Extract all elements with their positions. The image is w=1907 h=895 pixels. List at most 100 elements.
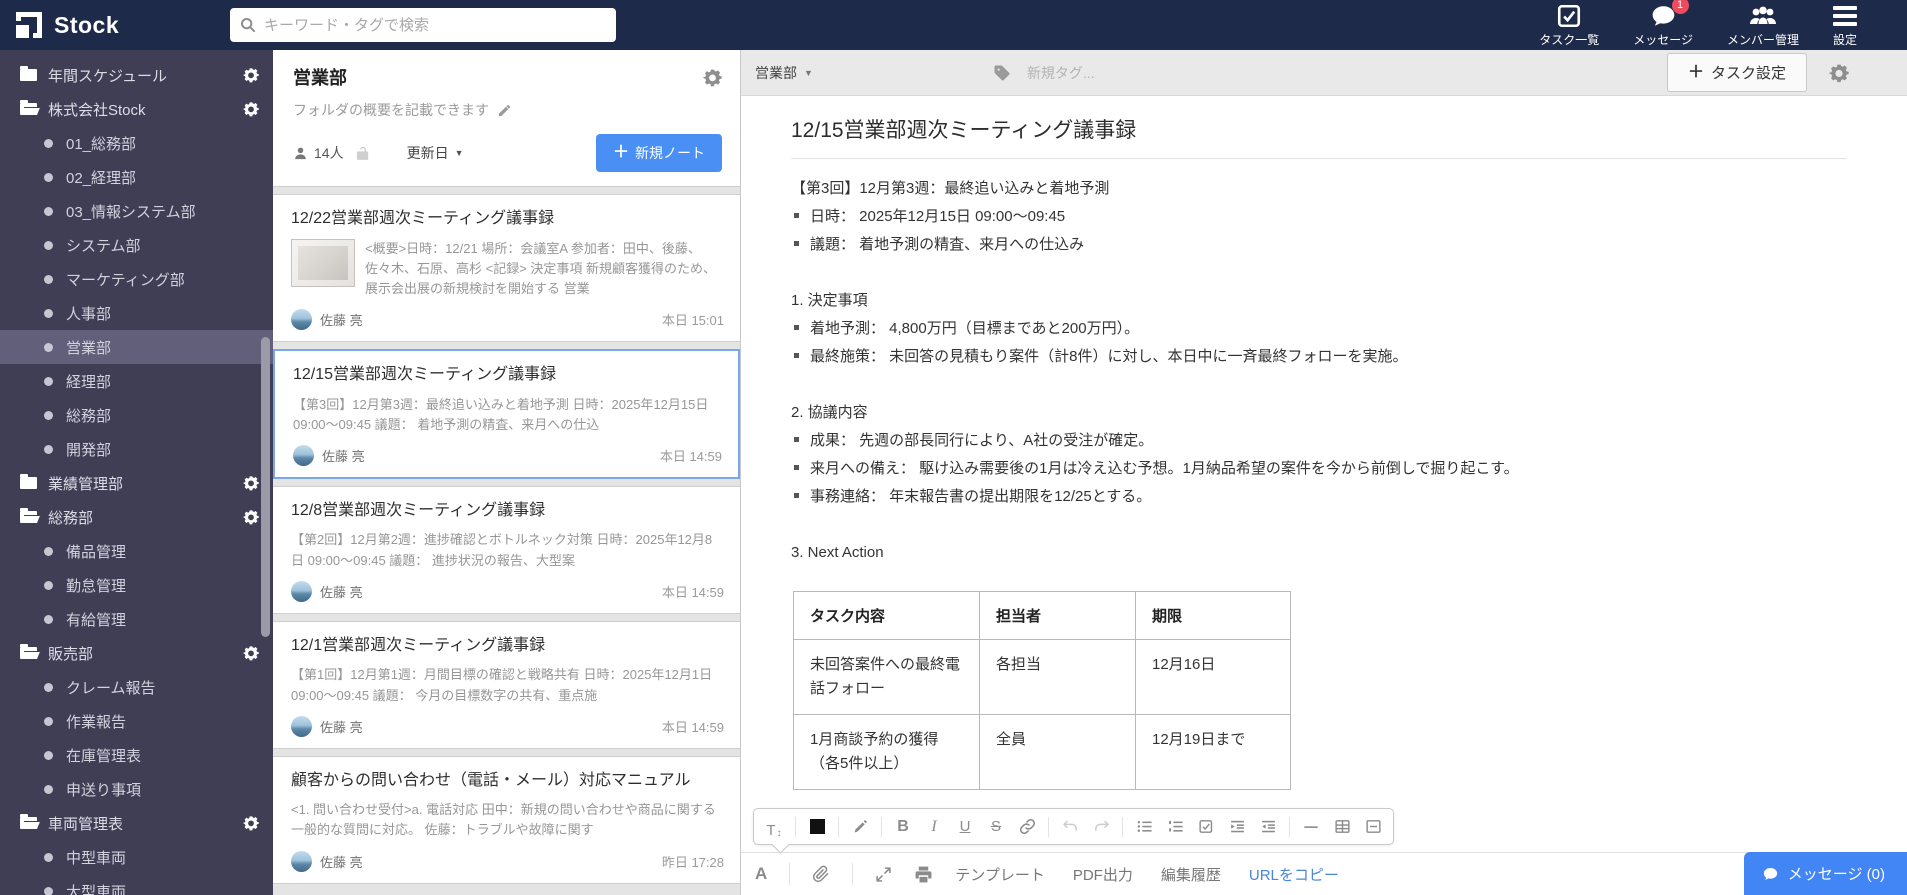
sidebar-item[interactable]: システム部	[0, 228, 273, 262]
bulleted-list-button[interactable]	[1134, 815, 1154, 839]
sidebar-item[interactable]: 備品管理	[0, 534, 273, 568]
unlock-icon[interactable]	[354, 145, 371, 162]
sidebar-item[interactable]: 勤怠管理	[0, 568, 273, 602]
folder-gear-icon[interactable]	[243, 101, 259, 117]
insert-table-button[interactable]	[1332, 815, 1352, 839]
sidebar-item-label: マーケティング部	[66, 271, 185, 289]
nav-messages[interactable]: 1 メッセージ	[1633, 0, 1693, 48]
folder-gear-icon[interactable]	[243, 67, 259, 83]
folder-gear-icon[interactable]	[243, 509, 259, 525]
global-search	[230, 8, 616, 42]
strikethrough-button[interactable]: S	[986, 815, 1006, 839]
sort-dropdown[interactable]: 更新日 ▼	[407, 143, 464, 163]
sidebar-item[interactable]: 営業部	[0, 330, 273, 364]
note-bullet-icon	[44, 410, 53, 420]
plus-icon: ＋	[1687, 63, 1704, 81]
new-tag-input[interactable]	[1026, 64, 1227, 81]
sidebar-item[interactable]: 株式会社Stock	[0, 92, 273, 126]
note-card[interactable]: 12/1営業部週次ミーティング議事録 【第1回】12月第1週：月間目標の確認と戦…	[273, 620, 740, 749]
text-size-button[interactable]: T ↕	[764, 815, 784, 839]
sidebar-item[interactable]: 業績管理部	[0, 466, 273, 500]
note-card[interactable]: 12/8営業部週次ミーティング議事録 【第2回】12月第2週：進捗確認とボトルネ…	[273, 485, 740, 614]
horizontal-rule-button[interactable]	[1301, 815, 1321, 839]
nav-settings[interactable]: 設定	[1832, 3, 1857, 48]
folder-gear-icon[interactable]	[243, 815, 259, 831]
note-bullet-icon	[44, 750, 53, 760]
highlighter-button[interactable]	[850, 815, 870, 839]
link-button[interactable]	[1017, 815, 1037, 839]
pdf-export-button[interactable]: PDF出力	[1073, 864, 1133, 885]
note-card[interactable]: 12/22営業部週次ミーティング議事録 <概要>日時：12/21 場所：会議室A…	[273, 194, 740, 343]
undo-button[interactable]	[1060, 815, 1080, 839]
attachment-button[interactable]	[812, 865, 830, 883]
sidebar-item[interactable]: 開発部	[0, 432, 273, 466]
sidebar-item[interactable]: 有給管理	[0, 602, 273, 636]
sidebar-item[interactable]: 販売部	[0, 636, 273, 670]
folder-settings-gear-icon[interactable]	[703, 68, 722, 87]
fullscreen-icon[interactable]	[875, 866, 892, 883]
sidebar-item[interactable]: 在庫管理表	[0, 738, 273, 772]
print-icon[interactable]	[914, 865, 933, 884]
sidebar-item[interactable]: 経理部	[0, 364, 273, 398]
sidebar-item[interactable]: 02_経理部	[0, 160, 273, 194]
note-card[interactable]: 顧客からの問い合わせ（電話・メール）対応マニュアル <1. 問い合わせ受付>a.…	[273, 755, 740, 884]
sidebar-item[interactable]: 大型車両	[0, 874, 273, 895]
sidebar-item[interactable]: 03_情報システム部	[0, 194, 273, 228]
template-button[interactable]: テンプレート	[955, 864, 1045, 885]
folder-icon	[20, 66, 37, 81]
folder-gear-icon[interactable]	[243, 645, 259, 661]
member-count[interactable]: 14人	[293, 143, 344, 163]
note-bullet-icon	[44, 886, 53, 895]
copy-url-button[interactable]: URLをコピー	[1249, 864, 1339, 885]
redo-button[interactable]	[1091, 815, 1111, 839]
folder-description[interactable]: フォルダの概要を記載できます	[293, 100, 722, 120]
message-thread-button[interactable]: メッセージ (0)	[1743, 852, 1907, 895]
note-card-preview: <1. 問い合わせ受付>a. 電話対応 田中：新規の問い合わせや商品に関する一般…	[291, 802, 716, 838]
members-icon	[1747, 3, 1779, 29]
folder-select-dropdown[interactable]: 営業部 ▼	[755, 63, 813, 83]
text-color-button[interactable]	[807, 815, 827, 839]
sidebar-item[interactable]: マーケティング部	[0, 262, 273, 296]
italic-button[interactable]: I	[924, 815, 944, 839]
note-card[interactable]: 12/15営業部週次ミーティング議事録 【第3回】12月第3週：最終追い込みと着…	[273, 349, 740, 479]
task-checkbox-icon	[1556, 3, 1582, 29]
nav-member-management[interactable]: メンバー管理	[1727, 3, 1799, 48]
sidebar-item[interactable]: 総務部	[0, 398, 273, 432]
doc-line: 3. Next Action	[791, 544, 884, 561]
new-note-button[interactable]: ＋ 新規ノート	[595, 134, 722, 172]
nav-task-list[interactable]: タスク一覧	[1539, 3, 1599, 48]
sidebar-item[interactable]: 総務部	[0, 500, 273, 534]
sidebar-item[interactable]: 01_総務部	[0, 126, 273, 160]
task-setting-button[interactable]: ＋ タスク設定	[1666, 53, 1807, 92]
note-settings-gear-icon[interactable]	[1829, 63, 1849, 83]
folder-gear-icon[interactable]	[243, 475, 259, 491]
table-remove-button[interactable]	[1363, 815, 1383, 839]
note-card-preview: 【第2回】12月第2週：進捗確認とボトルネック対策 日時：2025年12月8日 …	[291, 532, 713, 568]
app-logo[interactable]: Stock	[0, 12, 230, 42]
note-document[interactable]: 12/15営業部週次ミーティング議事録 【第3回】12月第3週：最終追い込みと着…	[741, 96, 1907, 852]
indent-button[interactable]	[1227, 815, 1247, 839]
sidebar-item[interactable]: 人事部	[0, 296, 273, 330]
color-swatch-icon	[809, 819, 825, 834]
note-author: 佐藤 亮	[320, 584, 363, 600]
avatar	[293, 444, 314, 466]
numbered-list-button[interactable]	[1165, 815, 1185, 839]
sidebar-item[interactable]: 中型車両	[0, 840, 273, 874]
outdent-button[interactable]	[1258, 815, 1278, 839]
sidebar-item-label: 01_総務部	[66, 135, 137, 153]
bold-button[interactable]: B	[893, 815, 913, 839]
sidebar-item[interactable]: 年間スケジュール	[0, 58, 273, 92]
sidebar-item-label: 在庫管理表	[66, 747, 142, 765]
sidebar-item[interactable]: クレーム報告	[0, 670, 273, 704]
sidebar-item[interactable]: 作業報告	[0, 704, 273, 738]
note-bullet-icon	[44, 138, 53, 148]
checklist-button[interactable]	[1196, 815, 1216, 839]
search-input[interactable]	[264, 16, 606, 34]
edit-history-button[interactable]: 編集履歴	[1161, 864, 1221, 885]
sidebar-item[interactable]: 車両管理表	[0, 806, 273, 840]
underline-button[interactable]: U	[955, 815, 975, 839]
sidebar-scrollbar[interactable]	[261, 337, 270, 637]
sidebar-item[interactable]: 申送り事項	[0, 772, 273, 806]
font-button[interactable]: A	[755, 864, 767, 884]
note-card-preview: 【第1回】12月第1週：月間目標の確認と戦略共有 日時：2025年12月1日 0…	[291, 667, 713, 703]
